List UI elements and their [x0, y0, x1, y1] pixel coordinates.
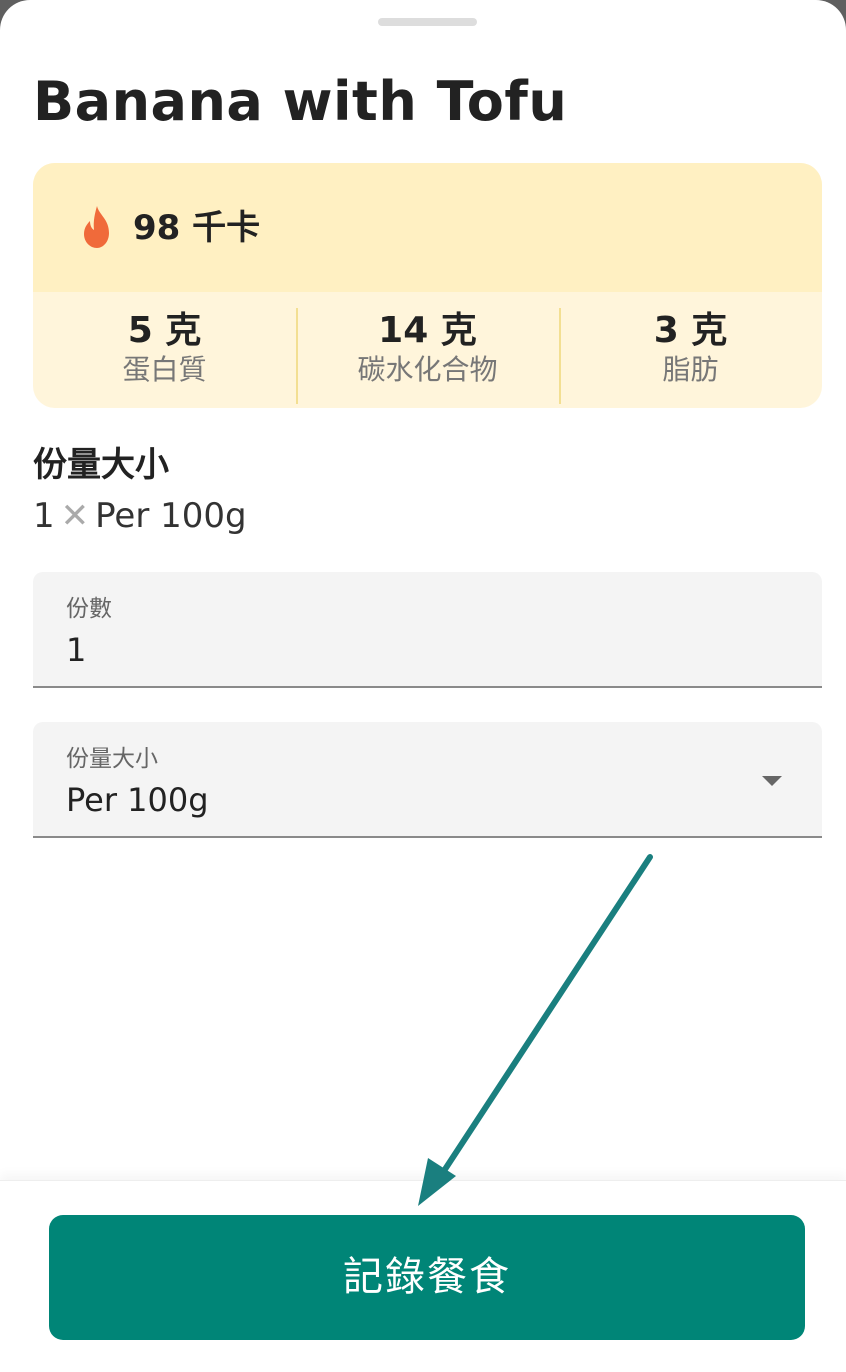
log-meal-button[interactable]: 記錄餐食	[49, 1215, 805, 1340]
macros-row: 5 克 蛋白質 14 克 碳水化合物 3 克 脂肪	[33, 292, 822, 408]
dropdown-arrow-icon[interactable]	[762, 776, 782, 786]
calories-value: 98 千卡	[133, 208, 261, 248]
macro-carbs: 14 克 碳水化合物	[296, 292, 559, 408]
servings-field-label: 份數	[66, 596, 112, 622]
macro-fat: 3 克 脂肪	[559, 292, 822, 408]
serving-size-field-label: 份量大小	[66, 746, 158, 772]
serving-size-heading: 份量大小	[33, 445, 169, 485]
flame-icon	[84, 206, 109, 248]
serving-size-value: Per 100g	[66, 781, 209, 819]
macro-label: 蛋白質	[122, 353, 207, 386]
macro-label: 脂肪	[662, 353, 719, 386]
calories-row: 98 千卡	[33, 163, 822, 292]
macro-value: 3 克	[653, 310, 728, 351]
macro-value: 14 克	[378, 310, 477, 351]
serving-summary: 1 ✕ Per 100g	[33, 494, 247, 538]
macro-label: 碳水化合物	[357, 353, 498, 386]
servings-field[interactable]: 份數	[33, 572, 822, 688]
meal-title: Banana with Tofu	[33, 70, 568, 133]
serving-count: 1	[33, 496, 55, 536]
serving-unit: Per 100g	[95, 496, 247, 536]
macro-value: 5 克	[127, 310, 202, 351]
serving-size-select[interactable]: 份量大小 Per 100g	[33, 722, 822, 838]
bottom-sheet: Banana with Tofu 98 千卡 5 克 蛋白質 14 克 碳水化合…	[0, 0, 846, 1372]
macro-protein: 5 克 蛋白質	[33, 292, 296, 408]
times-icon: ✕	[60, 496, 90, 536]
servings-input[interactable]	[66, 630, 766, 670]
footer-bar: 記錄餐食	[0, 1180, 846, 1372]
drag-handle[interactable]	[378, 18, 477, 26]
nutrition-card: 98 千卡 5 克 蛋白質 14 克 碳水化合物 3 克 脂肪	[33, 163, 822, 408]
